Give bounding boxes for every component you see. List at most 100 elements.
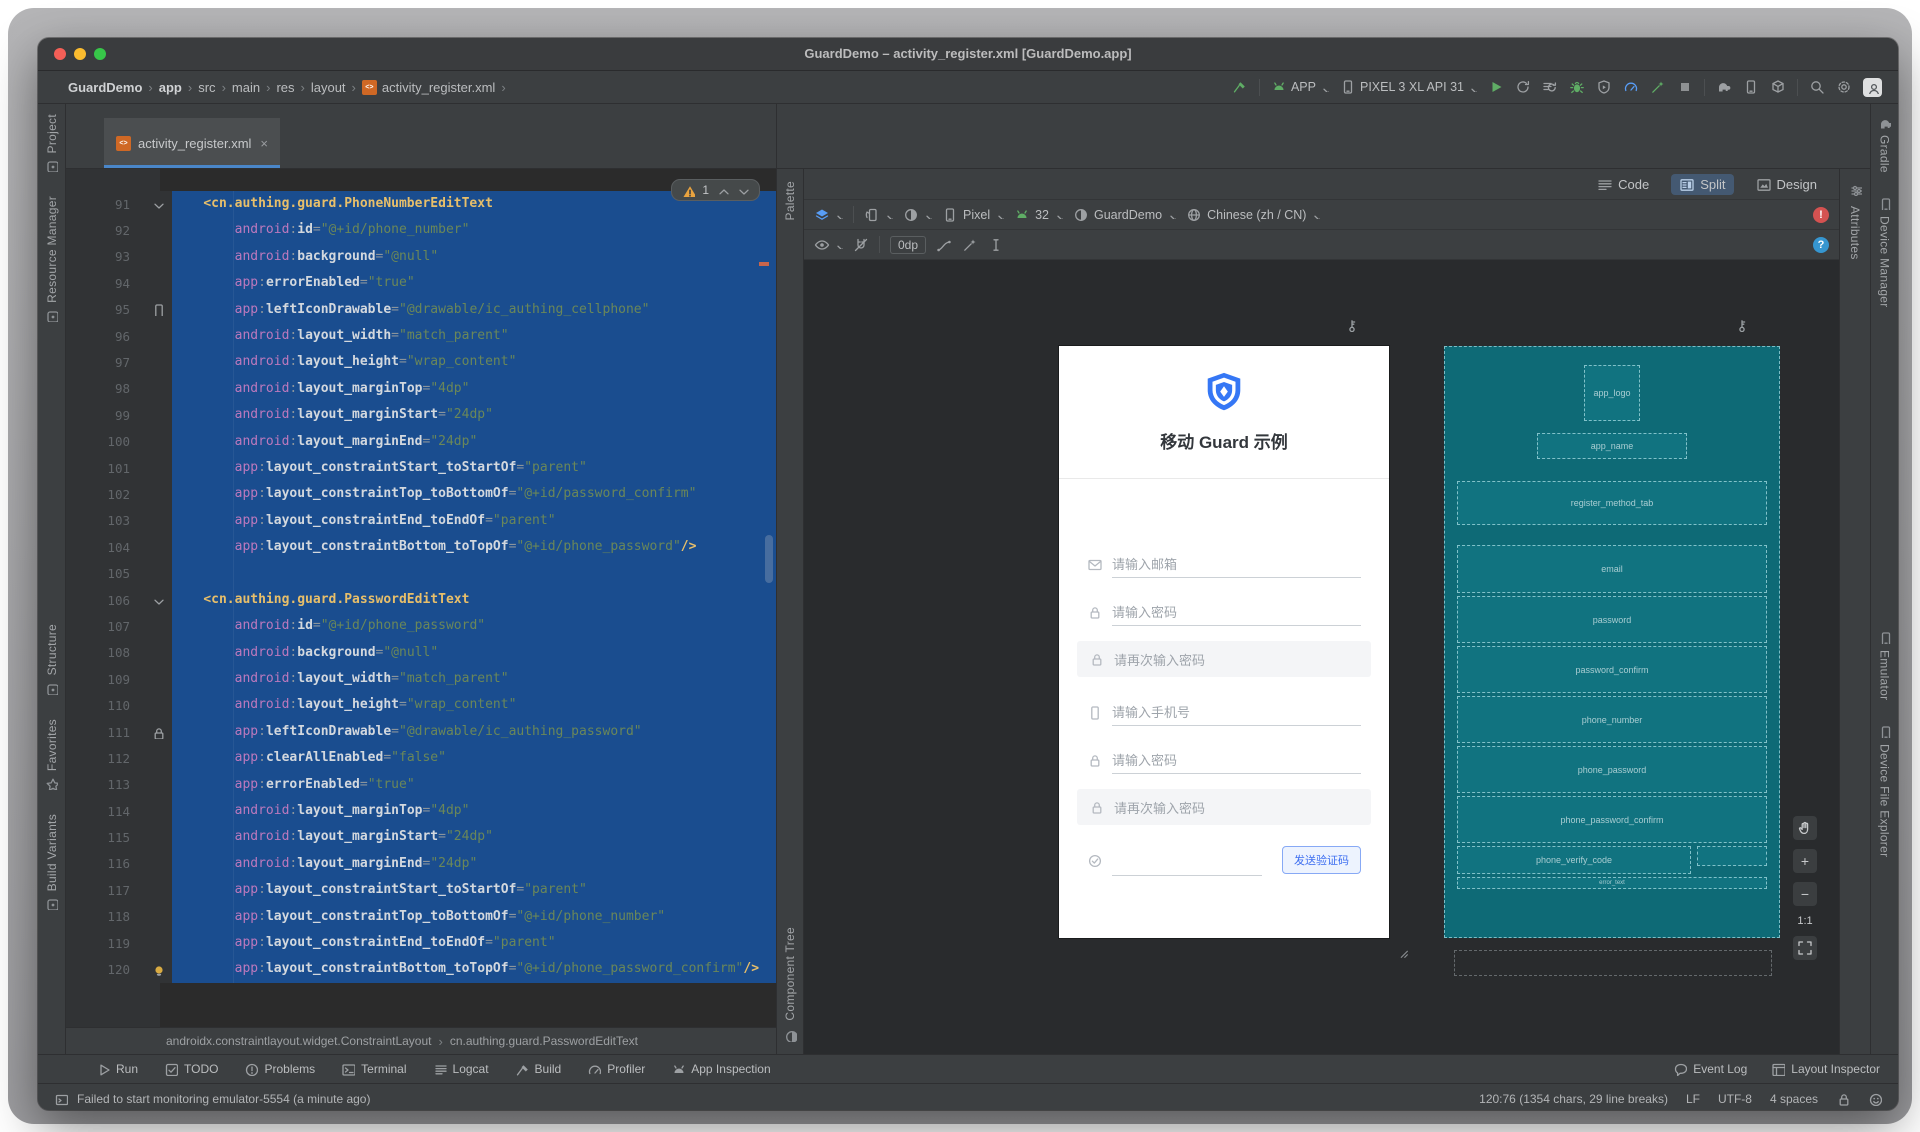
palette-label[interactable]: Palette <box>783 181 797 220</box>
zoom-in-button[interactable]: + <box>1793 849 1817 873</box>
tool-window-button-problems[interactable]: Problems <box>244 1062 315 1076</box>
blueprint-box-phone_number[interactable]: phone_number <box>1457 696 1767 743</box>
code-line[interactable]: 92 android:id="@+id/phone_number" <box>66 217 776 245</box>
blueprint-box-email[interactable]: email <box>1457 545 1767 593</box>
tool-window-button-todo[interactable]: TODO <box>164 1062 218 1076</box>
unplaced-component-box[interactable] <box>1454 950 1772 976</box>
blueprint-screen[interactable]: app_logo app_name register_method_tab email… <box>1444 346 1780 938</box>
guidelines-icon[interactable] <box>936 237 952 253</box>
settings-gear-icon[interactable] <box>1836 79 1852 95</box>
tool-window-button-build-variants[interactable]: Build Variants <box>45 814 59 910</box>
code-line[interactable]: 110 android:layout_height="wrap_content" <box>66 692 776 720</box>
tool-window-button-resource-manager[interactable]: Resource Manager <box>45 196 59 323</box>
code-line[interactable]: 103 app:layout_constraintEnd_toEndOf="pa… <box>66 507 776 535</box>
form-field[interactable]: 请再次输入密码 <box>1077 641 1371 677</box>
code-line[interactable]: 93 android:background="@null" <box>66 243 776 271</box>
breadcrumb-item[interactable]: main <box>232 80 260 95</box>
tool-window-button-favorites[interactable]: Favorites <box>45 719 59 790</box>
component-tree-icon[interactable] <box>784 1029 797 1042</box>
breadcrumb-item[interactable]: GuardDemo <box>68 80 142 95</box>
blueprint-box-phone_verify_code[interactable]: phone_verify_code <box>1457 846 1691 874</box>
bulb-gutter-icon[interactable] <box>142 956 172 983</box>
code-line[interactable]: 101 app:layout_constraintStart_toStartOf… <box>66 454 776 482</box>
zoom-reset-button[interactable]: 1:1 <box>1797 915 1812 927</box>
tool-window-button-emulator[interactable]: Emulator <box>1878 631 1892 701</box>
component-tree-label[interactable]: Component Tree <box>783 927 797 1021</box>
avd-manager-icon[interactable] <box>1770 79 1786 95</box>
text-cursor-icon[interactable] <box>988 237 1004 253</box>
apply-changes-icon[interactable] <box>1515 79 1531 95</box>
theme-selector[interactable]: GuardDemo <box>1073 207 1177 223</box>
tool-window-button-layout-inspector[interactable]: Layout Inspector <box>1771 1062 1880 1076</box>
fullscreen-window-button[interactable] <box>94 48 106 60</box>
gradle-sync-icon[interactable] <box>1716 79 1732 95</box>
infer-constraints-wand-icon[interactable] <box>962 237 978 253</box>
attach-debugger-icon[interactable] <box>1596 79 1612 95</box>
pan-hand-button[interactable] <box>1793 816 1817 840</box>
help-badge[interactable]: ? <box>1813 236 1829 253</box>
view-options-eye-icon[interactable] <box>814 237 843 253</box>
code-line[interactable]: 111 app:leftIconDrawable="@drawable/ic_a… <box>66 718 776 746</box>
blueprint-box-phone_password[interactable]: phone_password <box>1457 746 1767 793</box>
stop-button[interactable] <box>1677 79 1693 95</box>
blueprint-box-app_logo[interactable]: app_logo <box>1584 365 1640 421</box>
blueprint-box-phone_password_confirm[interactable]: phone_password_confirm <box>1457 796 1767 843</box>
fold-gutter-icon[interactable] <box>142 191 172 218</box>
xml-breadcrumb-item[interactable]: androidx.constraintlayout.widget.Constra… <box>166 1034 432 1048</box>
code-line[interactable]: 119 app:layout_constraintEnd_toEndOf="pa… <box>66 929 776 957</box>
caret-position[interactable]: 120:76 (1354 chars, 29 line breaks) <box>1479 1092 1668 1106</box>
code-editor[interactable]: 91 <cn.authing.guard.PhoneNumberEditText… <box>66 169 776 1027</box>
file-encoding[interactable]: UTF-8 <box>1718 1092 1752 1106</box>
device-gutter-icon[interactable] <box>142 296 172 323</box>
form-field[interactable]: 请输入邮箱 <box>1087 551 1361 578</box>
tool-window-button-terminal[interactable]: Terminal <box>341 1062 407 1076</box>
debug-button[interactable] <box>1569 79 1585 95</box>
fold-gutter-icon[interactable] <box>142 586 172 614</box>
previous-warning-icon[interactable] <box>716 184 729 197</box>
code-line[interactable]: 91 <cn.authing.guard.PhoneNumberEditText <box>66 191 776 218</box>
form-field[interactable]: 请输入密码 <box>1087 747 1361 774</box>
code-line[interactable]: 118 app:layout_constraintTop_toBottomOf=… <box>66 903 776 931</box>
code-line[interactable]: 107 android:id="@+id/phone_password" <box>66 613 776 641</box>
breadcrumb-item[interactable]: res <box>276 80 294 95</box>
code-line[interactable]: 95 app:leftIconDrawable="@drawable/ic_au… <box>66 296 776 324</box>
api-version-selector[interactable]: 32 <box>1014 207 1063 223</box>
mode-split-button[interactable]: Split <box>1671 173 1734 195</box>
build-hammer-icon[interactable] <box>1232 79 1248 95</box>
profiler-button[interactable] <box>1623 79 1639 95</box>
indent-setting[interactable]: 4 spaces <box>1770 1092 1818 1106</box>
breadcrumb-item[interactable]: app <box>159 80 182 95</box>
blueprint-box-app_name[interactable]: app_name <box>1537 433 1687 459</box>
device-selector[interactable]: PIXEL 3 XL API 31 <box>1340 79 1477 95</box>
code-line[interactable]: 112 app:clearAllEnabled="false" <box>66 745 776 772</box>
mode-design-button[interactable]: Design <box>1748 174 1825 195</box>
locale-selector[interactable]: Chinese (zh / CN) <box>1186 207 1321 223</box>
device-manager-icon[interactable] <box>1743 79 1759 95</box>
feedback-smiley-icon[interactable] <box>1868 1092 1882 1106</box>
scrollbar-warning-mark[interactable] <box>759 262 769 266</box>
blueprint-box-send-code[interactable] <box>1697 846 1767 866</box>
blueprint-box-error_text[interactable]: error_text <box>1457 877 1767 889</box>
orientation-icon[interactable] <box>864 207 893 223</box>
zoom-out-button[interactable]: − <box>1793 882 1817 906</box>
design-surface-icon[interactable] <box>814 207 843 223</box>
code-line[interactable]: 117 app:layout_constraintStart_toStartOf… <box>66 877 776 904</box>
code-line[interactable]: 120 app:layout_constraintBottom_toTopOf=… <box>66 956 776 984</box>
code-line[interactable]: 116 android:layout_marginEnd="24dp" <box>66 850 776 878</box>
code-line[interactable]: 115 android:layout_marginStart="24dp" <box>66 824 776 852</box>
line-ending[interactable]: LF <box>1686 1092 1700 1106</box>
code-line[interactable]: 98 android:layout_marginTop="4dp" <box>66 375 776 403</box>
run-configuration-selector[interactable]: APP <box>1271 79 1329 95</box>
render-error-badge[interactable]: ! <box>1813 206 1829 223</box>
code-line[interactable]: 96 android:layout_width="match_parent" <box>66 322 776 350</box>
profile-avatar[interactable] <box>1863 77 1882 97</box>
minimize-window-button[interactable] <box>74 48 86 60</box>
editor-scrollbar-thumb[interactable] <box>765 535 773 583</box>
code-line[interactable]: 106 <cn.authing.guard.PasswordEditText <box>66 586 776 614</box>
send-verification-code-button[interactable]: 发送验证码 <box>1282 846 1361 874</box>
form-field[interactable]: 请再次输入密码 <box>1077 789 1371 825</box>
lock-icon[interactable] <box>1836 1092 1850 1106</box>
code-line[interactable]: 100 android:layout_marginEnd="24dp" <box>66 428 776 456</box>
tool-window-button-device-manager[interactable]: Device Manager <box>1878 197 1892 307</box>
code-line[interactable]: 109 android:layout_width="match_parent" <box>66 666 776 693</box>
